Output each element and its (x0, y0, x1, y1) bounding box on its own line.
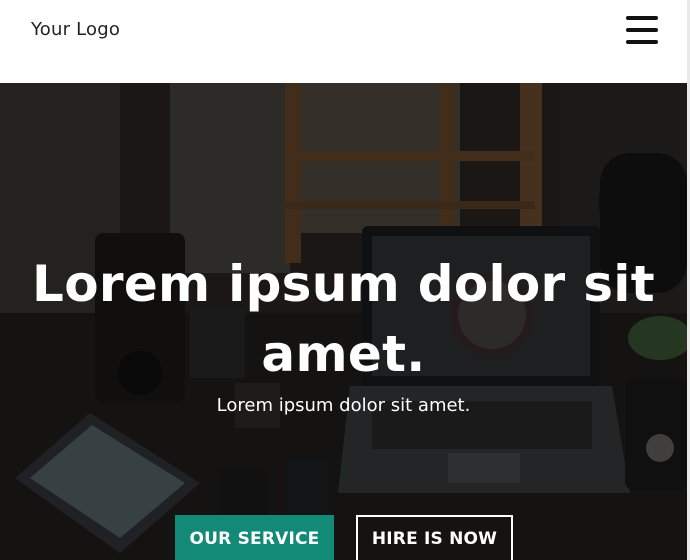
menu-bar (626, 16, 658, 20)
hero-subtitle: Lorem ipsum dolor sit amet. (216, 395, 471, 416)
hero-title: Lorem ipsum dolor sit amet. (32, 255, 655, 383)
our-service-button[interactable]: OUR SERVICE (175, 515, 334, 560)
hire-now-button[interactable]: HIRE IS NOW (356, 515, 513, 560)
site-header: Your Logo (0, 0, 687, 83)
menu-bar (626, 28, 658, 32)
hero-section: Lorem ipsum dolor sit amet. Lorem ipsum … (0, 83, 687, 560)
logo-link[interactable]: Your Logo (31, 19, 120, 40)
hamburger-menu-icon[interactable] (626, 16, 658, 44)
menu-bar (626, 40, 658, 44)
